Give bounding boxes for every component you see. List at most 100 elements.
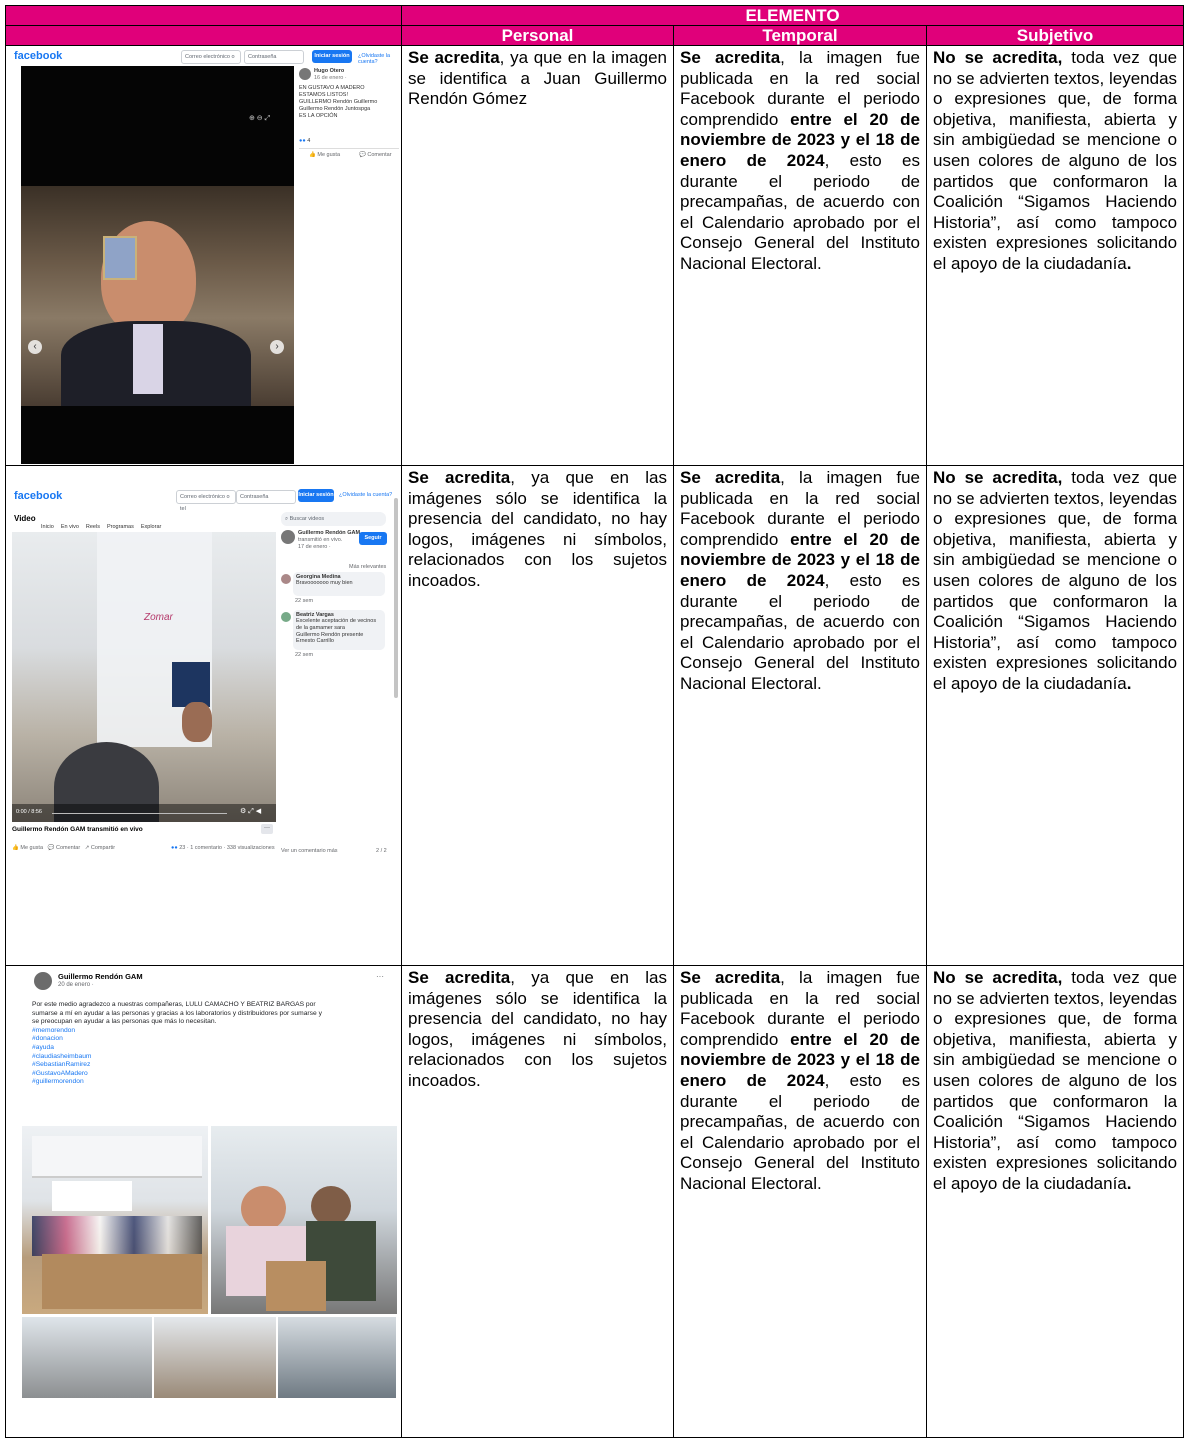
- evaluation-table: ELEMENTO Personal Temporal Subjetivo fac…: [5, 5, 1185, 1438]
- personal-verdict: Se acredita: [408, 968, 511, 987]
- tab-programas[interactable]: Programas: [107, 524, 134, 530]
- post-photo-2[interactable]: [211, 1126, 397, 1314]
- comment-author[interactable]: Beatriz Vargas: [293, 610, 385, 618]
- scrollbar[interactable]: [394, 498, 398, 698]
- header-personal: Personal: [401, 25, 674, 46]
- forgot-account-link[interactable]: ¿Olvidaste la cuenta?: [358, 53, 400, 65]
- subjetivo-cell-1: No se acredita, toda vez que no se advie…: [925, 45, 1185, 466]
- post-author[interactable]: Hugo Otero: [314, 68, 344, 74]
- settings-icon[interactable]: ⚙ ⤢ ◀: [240, 807, 261, 816]
- previous-arrow-icon[interactable]: ‹: [28, 340, 42, 354]
- temporal-cell-1: Se acredita, la imagen fue publicada en …: [673, 45, 927, 466]
- table-row: facebook Correo electrónico o tel Contra…: [5, 45, 1185, 466]
- video-time: 0:00 / 8:56: [16, 809, 42, 815]
- video-tabs: Inicio En vivo Reels Programas Explorar: [41, 515, 168, 533]
- like-button[interactable]: 👍 Me gusta: [12, 845, 43, 851]
- video-controls: 0:00 / 8:56 ⚙ ⤢ ◀: [12, 804, 276, 822]
- comment-button[interactable]: 💬 Comentar: [359, 152, 392, 158]
- post-date: 20 de enero ·: [58, 982, 94, 988]
- document-page: ELEMENTO Personal Temporal Subjetivo fac…: [0, 0, 1188, 1442]
- table-row: facebook Correo electrónico o tel Contra…: [5, 465, 1185, 966]
- comment-icon: 💬: [359, 152, 366, 158]
- video-stats: ●● 23 · 1 comentario · 338 visualizacion…: [171, 845, 275, 851]
- evidence-cell-2: facebook Correo electrónico o tel Contra…: [5, 465, 402, 966]
- video-title: Guillermo Rendón GAM transmitió en vivo: [12, 826, 143, 833]
- email-field[interactable]: Correo electrónico o tel: [176, 490, 236, 512]
- header-temporal: Temporal: [673, 25, 927, 46]
- post-caption: EN GUSTAVO A MADERO ESTAMOS LISTOS! GUIL…: [299, 85, 377, 120]
- personal-cell-2: Se acredita, ya que en las imágenes sólo…: [401, 465, 674, 966]
- reaction-icons: ●●: [299, 138, 306, 144]
- email-field[interactable]: Correo electrónico o tel: [181, 50, 241, 72]
- password-field[interactable]: Contraseña: [244, 50, 304, 64]
- page-name[interactable]: Guillermo Rendón GAM: [298, 530, 360, 536]
- hashtag-link[interactable]: #GustavoAMadero: [32, 1070, 322, 1079]
- password-field[interactable]: Contraseña: [236, 490, 296, 504]
- subjetivo-verdict: No se acredita,: [933, 48, 1063, 67]
- hashtag-link[interactable]: #donacion: [32, 1035, 322, 1044]
- comment-text: Ernesto Carrillo: [296, 638, 334, 644]
- header-blank-cell: [5, 5, 402, 26]
- people-group: [32, 1216, 202, 1256]
- hashtag-link[interactable]: #claudiasheimbaum: [32, 1053, 322, 1062]
- post-photo-3[interactable]: [22, 1317, 152, 1398]
- login-button[interactable]: Iniciar sesión: [312, 50, 352, 63]
- comment-author[interactable]: Georgina Medina: [293, 572, 385, 580]
- hashtag-link[interactable]: #ayuda: [32, 1044, 322, 1053]
- more-options-icon[interactable]: ···: [376, 972, 384, 981]
- tab-inicio[interactable]: Inicio: [41, 524, 54, 530]
- reaction-icons: ●●: [171, 845, 178, 851]
- post-body: Por este medio agradezco a nuestras comp…: [32, 1001, 322, 1087]
- caption-line: GUILLERMO Rendón Guillermo: [299, 99, 378, 105]
- subjetivo-period: .: [1126, 673, 1132, 693]
- forgot-account-link[interactable]: ¿Olvidaste la cuenta?: [339, 492, 392, 498]
- personal-verdict: Se acredita: [408, 468, 511, 487]
- avatar: [281, 574, 291, 584]
- avatar: [34, 972, 52, 990]
- box: [266, 1261, 326, 1311]
- see-more-comments-link[interactable]: Ver un comentario más: [281, 848, 338, 854]
- post-photo-4[interactable]: [154, 1317, 276, 1398]
- hashtag-link[interactable]: #memorendon: [32, 1027, 322, 1036]
- comment-count: 2 / 2: [376, 848, 387, 854]
- post-photo-5[interactable]: [278, 1317, 396, 1398]
- evidence-cell-1: facebook Correo electrónico o tel Contra…: [5, 45, 402, 466]
- avatar: [281, 530, 295, 544]
- personal-verdict: Se acredita: [408, 48, 500, 67]
- facebook-screenshot-3: Guillermo Rendón GAM 20 de enero · ··· P…: [6, 968, 400, 1398]
- facebook-logo: facebook: [14, 490, 63, 502]
- share-button[interactable]: ↗ Compartir: [85, 845, 115, 851]
- zoom-icons[interactable]: ⊕ ⊖ ⤢: [249, 114, 270, 123]
- login-button[interactable]: Iniciar sesión: [298, 489, 334, 502]
- reactions[interactable]: ●● 4: [299, 138, 310, 144]
- video-progress-bar[interactable]: [52, 813, 227, 814]
- subjetivo-explanation: toda vez que no se advierten textos, ley…: [933, 968, 1178, 1193]
- comment-button[interactable]: 💬 Comentar: [48, 845, 81, 851]
- tab-reels[interactable]: Reels: [86, 524, 100, 530]
- sort-most-relevant[interactable]: Más relevantes: [349, 564, 386, 570]
- avatar: [299, 68, 311, 80]
- post-text-line: se preocupan en ayudar a las personas qu…: [32, 1018, 217, 1026]
- tab-explorar[interactable]: Explorar: [141, 524, 161, 530]
- search-placeholder: Buscar videos: [289, 516, 325, 522]
- banner-logo: Zomar: [144, 612, 173, 623]
- post-photo-1[interactable]: [22, 1126, 208, 1314]
- person-face-2: [311, 1186, 351, 1226]
- like-button[interactable]: 👍 Me gusta: [309, 152, 340, 158]
- follow-button[interactable]: Seguir: [359, 532, 387, 545]
- like-icon: 👍: [309, 152, 316, 158]
- more-icon[interactable]: ···: [261, 824, 273, 834]
- video-player[interactable]: Zomar 0:00 / 8:56 ⚙ ⤢ ◀: [12, 532, 276, 822]
- tab-en-vivo[interactable]: En vivo: [61, 524, 79, 530]
- next-arrow-icon[interactable]: ›: [270, 340, 284, 354]
- hashtag-link[interactable]: #SebastianRamirez: [32, 1061, 322, 1070]
- comment-text: Excelente aceptación de vecinos de la ga…: [296, 618, 377, 631]
- comment-text: Bravooooooo muy bien: [296, 580, 353, 586]
- page-name[interactable]: Guillermo Rendón GAM: [58, 972, 143, 981]
- hashtag-link[interactable]: #guillermorendon: [32, 1078, 322, 1087]
- comment-bubble-1: Georgina Medina Bravooooooo muy bien: [293, 572, 385, 596]
- boxes: [42, 1254, 202, 1309]
- banner: [52, 1181, 132, 1211]
- temporal-verdict: Se acredita: [680, 468, 781, 487]
- search-input[interactable]: ⌕ Buscar videos: [281, 512, 386, 526]
